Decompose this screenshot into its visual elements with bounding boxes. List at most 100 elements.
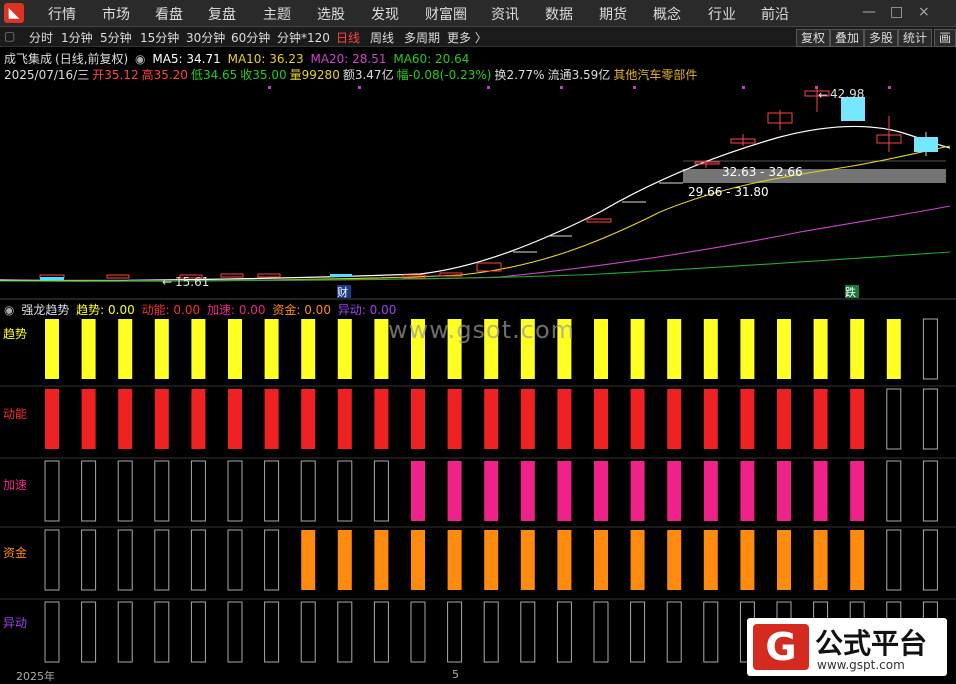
indicator-bar [190,601,206,663]
indicator-bar [154,601,170,663]
indicator-bar [374,530,389,590]
turnover-value: 换2.77% [494,68,545,82]
indicator-bar [484,461,499,521]
nav-item-0[interactable]: 行情 [48,4,76,24]
nav-item-13[interactable]: 前沿 [761,4,789,24]
indicator-bar [813,461,828,521]
indicator-chart[interactable] [0,316,956,668]
nav-item-3[interactable]: 复盘 [208,4,236,24]
gspt-logo-icon: G [753,624,809,670]
nav-item-8[interactable]: 资讯 [491,4,519,24]
indicator-bar [703,601,719,663]
kline-chart[interactable]: ← 42.98 32.63 - 32.66 29.66 - 31.80 ← 15… [0,82,956,302]
period-tab-3[interactable]: 15分钟 [140,29,179,46]
indicator-bar [850,461,865,521]
row-label-trend: 趋势 [3,327,28,341]
nav-item-4[interactable]: 主题 [263,4,291,24]
nav-item-2[interactable]: 看盘 [155,4,183,24]
indicator-bar [45,389,59,449]
toolbar-button-1[interactable]: 叠加 [830,29,865,47]
indicator-bar [557,461,572,521]
indicator-bar [300,601,316,663]
indicator-bar [630,461,645,521]
indicator-bar [337,389,352,449]
nav-item-10[interactable]: 期货 [599,4,627,24]
nav-item-12[interactable]: 行业 [708,4,736,24]
indicator-bar [227,460,243,522]
indicator-bar [666,601,682,663]
period-tab-8[interactable]: 周线 [370,29,394,46]
indicator-bar [410,601,426,663]
ma5-value: MA5: 34.71 [152,52,221,66]
stock-mode: (日线,前复权) [55,52,129,66]
indicator-bar [411,389,425,449]
indicator-bar [557,389,572,449]
indicator-bar [81,389,96,449]
change-value: 幅-0.08(-0.23%) [396,68,492,82]
ma-info-line: 成飞集成 (日线,前复权) ◉ MA5: 34.71 MA10: 36.23 MA… [4,50,472,67]
finance-marker[interactable]: 财 [337,285,348,299]
nav-item-7[interactable]: 财富圈 [425,4,467,24]
nav-item-5[interactable]: 选股 [317,4,345,24]
toolbar-button-0[interactable]: 复权 [796,29,831,47]
period-tab-9[interactable]: 多周期 [404,29,440,46]
indicator-bar [703,461,718,521]
settings-circle-icon[interactable]: ◉ [135,52,145,66]
indicator-bar [740,389,755,449]
minimize-icon[interactable]: — [862,4,876,20]
indicator-bar [447,601,463,663]
nav-item-9[interactable]: 数据 [545,4,573,24]
toolbar-button-3[interactable]: 统计 [898,29,933,47]
period-tab-1[interactable]: 1分钟 [61,29,93,46]
period-tab-5[interactable]: 60分钟 [231,29,270,46]
toolbar-button-4[interactable]: 画 [934,29,956,47]
period-toolbar: ▢ 分时 1分钟 5分钟 15分钟 30分钟 60分钟 分钟*120 日线 周线 多周期 更多 〉 … [0,27,956,47]
indicator-bar [886,388,902,450]
sidebar-toggle-icon[interactable]: ▢ [4,29,15,43]
sector-link[interactable]: 其他汽车零部件 [613,68,697,82]
period-tab-0[interactable]: 分时 [29,29,53,46]
app-logo-icon[interactable]: ◣ [4,3,24,23]
indicator-bar [154,460,170,522]
axis-year-label: 2025年 [16,670,55,683]
badge-title: 公式平台 [815,627,928,660]
indicator-bar [190,529,206,591]
bar-date: 2025/07/16/三 [4,68,90,82]
ma20-value: MA20: 28.51 [310,52,387,66]
nav-item-6[interactable]: 发现 [371,4,399,24]
indicator-bar [850,389,865,449]
period-tab-7[interactable]: 日线 [336,29,360,46]
indicator-bar [484,389,499,449]
indicator-bar [44,529,60,591]
indicator-bar [813,319,828,379]
maximize-icon[interactable]: □ [890,4,903,20]
indicator-bar [630,530,645,590]
indicator-bar [703,389,718,449]
nav-item-1[interactable]: 市场 [102,4,130,24]
indicator-bar [81,601,97,663]
gspt-badge: G 公式平台 www.gspt.com [747,618,947,676]
indicator-bar [777,461,791,521]
indicator-bar [301,389,316,449]
indicator-bar [264,319,279,379]
nav-item-11[interactable]: 概念 [653,4,681,24]
period-tab-2[interactable]: 5分钟 [100,29,132,46]
period-tab-4[interactable]: 30分钟 [186,29,225,46]
drop-marker[interactable]: 跌 [845,285,856,299]
indicator-bar [922,318,938,380]
indicator-settings-icon[interactable]: ◉ [4,303,14,317]
period-tab-10[interactable]: 更多 〉 [447,29,487,46]
indicator-bar [373,601,389,663]
indicator-bar [520,389,535,449]
indicator-bar [264,460,280,522]
indicator-bar [886,460,902,522]
indicator-bar [922,460,938,522]
indicator-bar [667,461,682,521]
indicator-bar [44,601,60,663]
toolbar-button-2[interactable]: 多股 [864,29,899,47]
amount-value: 额3.47亿 [342,68,394,82]
indicator-bar [557,530,572,590]
indicator-bar [191,389,206,449]
period-tab-6[interactable]: 分钟*120 [277,29,330,46]
close-icon[interactable]: × [918,4,930,20]
